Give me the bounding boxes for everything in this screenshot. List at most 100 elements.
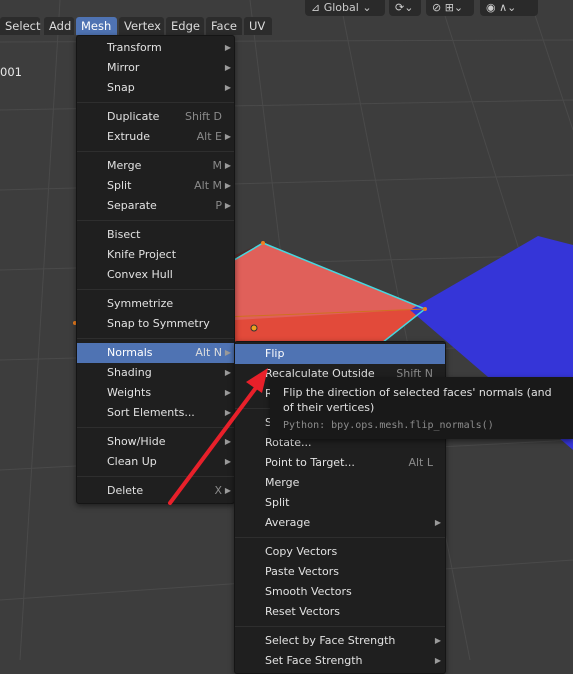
menu-item-average[interactable]: Average ▶ bbox=[235, 513, 445, 533]
menu-item-label: Select by Face Strength bbox=[265, 634, 396, 647]
menu-item-flip[interactable]: Flip bbox=[235, 344, 445, 364]
menu-item-extrude[interactable]: Extrude Alt E ▶ bbox=[77, 127, 234, 147]
shortcut-label: M bbox=[212, 159, 223, 172]
submenu-arrow-icon: ▶ bbox=[224, 83, 231, 92]
menu-vertex[interactable]: Vertex bbox=[119, 17, 164, 35]
menu-item-label: Extrude bbox=[107, 130, 151, 143]
menu-item-label: Paste Vectors bbox=[265, 565, 339, 578]
submenu-arrow-icon: ▶ bbox=[224, 437, 231, 446]
submenu-arrow-icon: ▶ bbox=[224, 457, 231, 466]
submenu-arrow-icon: ▶ bbox=[224, 201, 231, 210]
menu-item-label: Set Face Strength bbox=[265, 654, 363, 667]
menu-item-symmetrize[interactable]: Symmetrize bbox=[77, 294, 234, 314]
menu-select[interactable]: Select bbox=[0, 17, 40, 35]
menu-item-label: Merge bbox=[265, 476, 300, 489]
menu-edge[interactable]: Edge bbox=[166, 17, 204, 35]
menu-separator bbox=[235, 533, 445, 542]
menu-uv[interactable]: UV bbox=[244, 17, 272, 35]
shortcut-label: Alt L bbox=[408, 456, 433, 469]
pivot-point-dropdown[interactable]: ⟳⌄ bbox=[389, 0, 421, 16]
menu-item-label: Point to Target... bbox=[265, 456, 355, 469]
proportional-editing-toggle[interactable]: ◉ ∧⌄ bbox=[480, 0, 538, 16]
shortcut-label: Shift D bbox=[185, 110, 222, 123]
menu-separator bbox=[77, 334, 234, 343]
menu-item-normals[interactable]: Normals Alt N ▶ bbox=[77, 343, 234, 363]
menu-item-label: Average bbox=[265, 516, 311, 529]
menu-item-split[interactable]: Split bbox=[235, 493, 445, 513]
menu-item-label: Reset Vectors bbox=[265, 605, 341, 618]
menu-item-label: Duplicate bbox=[107, 110, 160, 123]
menu-item-label: Shading bbox=[107, 366, 152, 379]
menu-item-snap-to-symmetry[interactable]: Snap to Symmetry bbox=[77, 314, 234, 334]
menu-item-label: Copy Vectors bbox=[265, 545, 338, 558]
menu-item-label: Snap bbox=[107, 81, 135, 94]
menu-item-label: Bisect bbox=[107, 228, 141, 241]
menu-item-smooth-vectors[interactable]: Smooth Vectors bbox=[235, 582, 445, 602]
menu-item-label: Transform bbox=[107, 41, 162, 54]
menu-item-label: Flip bbox=[265, 347, 285, 360]
menu-item-reset-vectors[interactable]: Reset Vectors bbox=[235, 602, 445, 622]
menu-separator bbox=[77, 216, 234, 225]
pivot-icon: ⟳⌄ bbox=[395, 1, 414, 14]
menu-item-split[interactable]: Split Alt M ▶ bbox=[77, 176, 234, 196]
menu-item-knife-project[interactable]: Knife Project bbox=[77, 245, 234, 265]
menu-item-duplicate[interactable]: Duplicate Shift D bbox=[77, 107, 234, 127]
snap-toggle[interactable]: ⊘ ⊞⌄ bbox=[426, 0, 474, 16]
submenu-arrow-icon: ▶ bbox=[224, 43, 231, 52]
menu-item-copy-vectors[interactable]: Copy Vectors bbox=[235, 542, 445, 562]
submenu-arrow-icon: ▶ bbox=[224, 388, 231, 397]
menu-item-label: Split bbox=[107, 179, 132, 192]
menu-separator bbox=[77, 147, 234, 156]
menu-item-label: Merge bbox=[107, 159, 142, 172]
menu-mesh[interactable]: Mesh bbox=[76, 17, 117, 35]
menu-item-label: Mirror bbox=[107, 61, 140, 74]
menu-item-label: Convex Hull bbox=[107, 268, 173, 281]
menu-item-set-face-strength[interactable]: Set Face Strength ▶ bbox=[235, 651, 445, 671]
menu-item-show-hide[interactable]: Show/Hide ▶ bbox=[77, 432, 234, 452]
transform-orientation-dropdown[interactable]: ⊿ Global ⌄ bbox=[305, 0, 385, 16]
menu-separator bbox=[77, 472, 234, 481]
snap-icon: ⊘ ⊞⌄ bbox=[432, 1, 464, 14]
menu-item-bisect[interactable]: Bisect bbox=[77, 225, 234, 245]
menu-item-delete[interactable]: Delete X ▶ bbox=[77, 481, 234, 501]
menu-item-point-to-target[interactable]: Point to Target... Alt L bbox=[235, 453, 445, 473]
menu-item-label: Sort Elements... bbox=[107, 406, 195, 419]
menu-item-mirror[interactable]: Mirror ▶ bbox=[77, 58, 234, 78]
orientation-value: Global bbox=[323, 1, 359, 14]
menu-item-merge[interactable]: Merge M ▶ bbox=[77, 156, 234, 176]
menu-item-weights[interactable]: Weights ▶ bbox=[77, 383, 234, 403]
menu-separator bbox=[77, 98, 234, 107]
menu-item-sort-elements[interactable]: Sort Elements... ▶ bbox=[77, 403, 234, 423]
menu-item-paste-vectors[interactable]: Paste Vectors bbox=[235, 562, 445, 582]
menu-item-clean-up[interactable]: Clean Up ▶ bbox=[77, 452, 234, 472]
submenu-arrow-icon: ▶ bbox=[224, 181, 231, 190]
object-name-label: 001 bbox=[0, 65, 22, 79]
submenu-arrow-icon: ▶ bbox=[224, 408, 231, 417]
shortcut-label: Alt N bbox=[195, 346, 222, 359]
submenu-arrow-icon: ▶ bbox=[434, 656, 441, 665]
menu-item-label: Delete bbox=[107, 484, 144, 497]
mesh-menu: Transform ▶ Mirror ▶ Snap ▶ Duplicate Shift D Ex… bbox=[76, 35, 235, 504]
menu-item-select-by-face-strength[interactable]: Select by Face Strength ▶ bbox=[235, 631, 445, 651]
menu-item-convex-hull[interactable]: Convex Hull bbox=[77, 265, 234, 285]
submenu-arrow-icon: ▶ bbox=[224, 161, 231, 170]
orientation-icon: ⊿ bbox=[311, 1, 324, 14]
submenu-arrow-icon: ▶ bbox=[224, 348, 231, 357]
menu-item-snap[interactable]: Snap ▶ bbox=[77, 78, 234, 98]
submenu-arrow-icon: ▶ bbox=[434, 518, 441, 527]
shortcut-label: Alt E bbox=[196, 130, 222, 143]
menu-item-merge[interactable]: Merge bbox=[235, 473, 445, 493]
menu-add[interactable]: Add bbox=[44, 17, 74, 35]
menu-face[interactable]: Face bbox=[206, 17, 242, 35]
tooltip: Flip the direction of selected faces' no… bbox=[270, 377, 573, 439]
submenu-arrow-icon: ▶ bbox=[224, 132, 231, 141]
menu-item-shading[interactable]: Shading ▶ bbox=[77, 363, 234, 383]
shortcut-label: X bbox=[214, 484, 222, 497]
menu-item-label: Split bbox=[265, 496, 290, 509]
menu-item-transform[interactable]: Transform ▶ bbox=[77, 38, 234, 58]
submenu-arrow-icon: ▶ bbox=[224, 368, 231, 377]
menu-item-label: Symmetrize bbox=[107, 297, 174, 310]
menu-item-separate[interactable]: Separate P ▶ bbox=[77, 196, 234, 216]
menu-item-label: Knife Project bbox=[107, 248, 177, 261]
menu-item-label: Separate bbox=[107, 199, 157, 212]
